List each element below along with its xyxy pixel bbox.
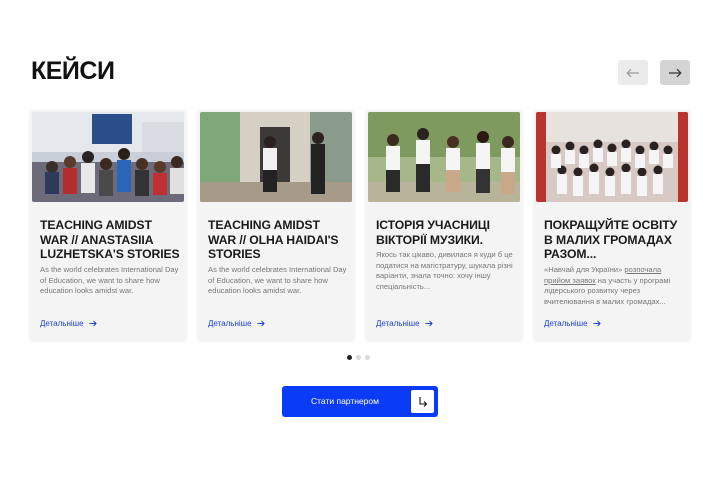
pagination-dot[interactable] [356, 355, 361, 360]
case-title: ІСТОРІЯ УЧАСНИЦІ ВІКТОРІЇ МУЗИКИ. [376, 218, 490, 247]
case-description: «Навчай для України» розпочала прийом за… [544, 265, 684, 307]
carousel-prev-button[interactable] [618, 60, 648, 85]
case-more-link[interactable]: Детальніше [40, 319, 97, 328]
case-card[interactable]: TEACHING AMIDST WAR // ANASTASIIA LUZHET… [30, 110, 186, 340]
case-more-label: Детальніше [376, 319, 420, 328]
arrow-right-icon [425, 320, 433, 327]
carousel-pagination [347, 355, 370, 360]
case-photo [536, 112, 688, 202]
case-photo [368, 112, 520, 202]
arrow-down-right-icon [418, 397, 427, 407]
arrow-right-icon [257, 320, 265, 327]
pagination-dot[interactable] [365, 355, 370, 360]
cta-icon-box [411, 390, 434, 413]
case-more-link[interactable]: Детальніше [376, 319, 433, 328]
pagination-dot[interactable] [347, 355, 352, 360]
case-description-part: «Навчай для України» [544, 265, 625, 274]
arrow-right-icon [669, 68, 682, 77]
case-card[interactable]: TEACHING AMIDST WAR // OLHA HAIDAI'S STO… [198, 110, 354, 340]
case-card[interactable]: ПОКРАЩУЙТЕ ОСВІТУ В МАЛИХ ГРОМАДАХ РАЗОМ… [534, 110, 690, 340]
case-description: Якось так цікаво, дивилася я куди б це п… [376, 250, 513, 291]
arrow-right-icon [593, 320, 601, 327]
case-description: As the world celebrates International Da… [208, 265, 347, 295]
case-card[interactable]: ІСТОРІЯ УЧАСНИЦІ ВІКТОРІЇ МУЗИКИ. Якось … [366, 110, 522, 340]
case-more-label: Детальніше [208, 319, 252, 328]
case-more-link[interactable]: Детальніше [208, 319, 265, 328]
cases-carousel: TEACHING AMIDST WAR // ANASTASIIA LUZHET… [30, 110, 690, 340]
case-more-label: Детальніше [544, 319, 588, 328]
case-title: TEACHING AMIDST WAR // ANASTASIIA LUZHET… [40, 218, 180, 261]
carousel-next-button[interactable] [660, 60, 690, 85]
case-description: As the world celebrates International Da… [40, 265, 179, 295]
section-title: КЕЙСИ [31, 57, 115, 85]
become-partner-label: Стати партнером [311, 396, 379, 406]
case-title: TEACHING AMIDST WAR // OLHA HAIDAI'S STO… [208, 218, 339, 261]
become-partner-button[interactable]: Стати партнером [282, 386, 438, 417]
case-photo [32, 112, 184, 202]
case-title: ПОКРАЩУЙТЕ ОСВІТУ В МАЛИХ ГРОМАДАХ РАЗОМ… [544, 218, 678, 261]
case-more-link[interactable]: Детальніше [544, 319, 601, 328]
arrow-right-icon [89, 320, 97, 327]
case-photo [200, 112, 352, 202]
arrow-left-icon [626, 68, 639, 77]
case-more-label: Детальніше [40, 319, 84, 328]
